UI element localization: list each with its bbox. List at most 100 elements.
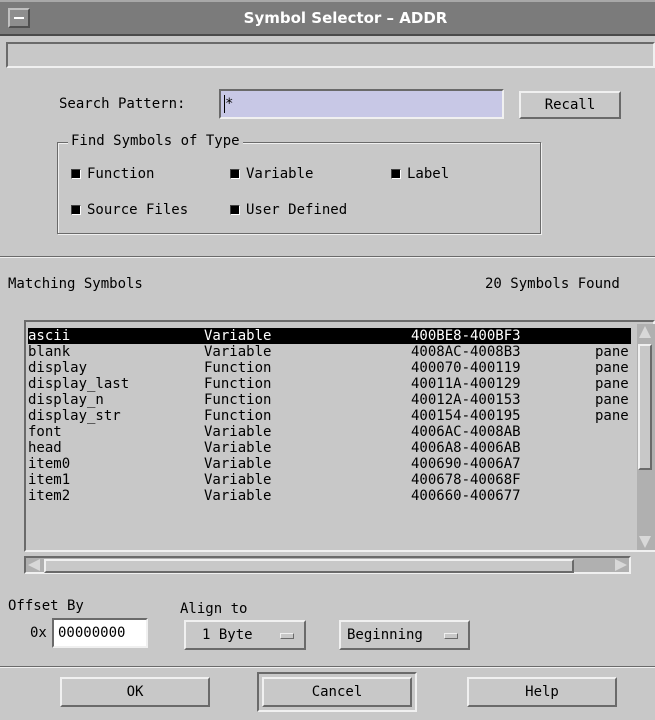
cancel-button[interactable]: Cancel [262,677,412,707]
table-row[interactable]: item0 Variable 400690-4006A7 [28,456,631,472]
table-row[interactable]: blank Variable 4008AC-4008B3 pane [28,344,631,360]
table-row[interactable]: display_n Function 40012A-400153 pane [28,392,631,408]
checkbox-function[interactable]: Function [71,166,191,184]
symbol-type: Function [204,360,272,376]
window-menu-button[interactable] [8,8,30,28]
checkbox-label-indicator [391,169,401,179]
ok-button-label: OK [126,684,144,700]
symbol-range: 400678-40068F [411,472,521,488]
window-title: Symbol Selector – ADDR [243,9,448,27]
symbol-name: item2 [28,488,71,504]
checkbox-source-files[interactable]: Source Files [71,202,221,220]
symbol-range: 4006AC-4008AB [411,424,521,440]
window-menu-icon [14,17,24,19]
symbol-type: Function [204,408,272,424]
symbol-range: 40011A-400129 [411,376,521,392]
table-row[interactable]: item1 Variable 400678-40068F [28,472,631,488]
symbol-name: item0 [28,456,71,472]
section-divider [0,256,655,258]
offset-by-label: Offset By [8,598,84,614]
table-row[interactable]: display_last Function 40011A-400129 pane [28,376,631,392]
vertical-scroll-thumb[interactable] [638,344,652,470]
find-types-title: Find Symbols of Type [68,133,243,149]
checkbox-variable[interactable]: Variable [230,166,350,184]
table-row[interactable]: head Variable 4006A8-4006AB [28,440,631,456]
recall-button-label: Recall [544,97,596,113]
offset-input[interactable]: 00000000 [52,618,148,648]
symbols-found-count: 20 Symbols Found [485,276,620,292]
align-position-value: Beginning [347,627,423,643]
checkbox-variable-indicator [230,169,240,179]
checkbox-source-files-indicator [71,205,81,215]
help-button-label: Help [525,684,559,700]
table-row[interactable]: item2 Variable 400660-400677 [28,488,631,504]
title-bar[interactable]: Symbol Selector – ADDR [0,0,655,36]
checkbox-variable-label: Variable [246,166,314,182]
table-row[interactable]: display Function 400070-400119 pane [28,360,631,376]
align-size-value: 1 Byte [202,627,253,643]
scroll-down-arrow-icon[interactable] [639,536,651,548]
offset-prefix: 0x [30,625,47,641]
checkbox-label[interactable]: Label [391,166,481,184]
symbol-name: display_str [28,408,121,424]
symbol-extra: pane [595,344,629,360]
symbol-type: Variable [204,456,272,472]
align-to-label: Align to [180,601,248,617]
cancel-button-label: Cancel [311,684,363,700]
symbol-name: head [28,440,62,456]
horizontal-scroll-thumb[interactable] [44,559,574,573]
checkbox-user-defined-indicator [230,205,240,215]
symbol-name: ascii [28,328,71,344]
scroll-right-arrow-icon[interactable] [615,559,627,571]
symbol-range: 400070-400119 [411,360,521,376]
button-divider [0,666,655,668]
dropdown-indicator-icon [444,633,458,639]
dropdown-indicator-icon [280,633,294,639]
symbol-name: blank [28,344,71,360]
align-size-dropdown[interactable]: 1 Byte [184,620,306,650]
recall-button[interactable]: Recall [519,91,621,119]
symbol-name: font [28,424,62,440]
symbol-range: 4006A8-4006AB [411,440,521,456]
scroll-left-arrow-icon[interactable] [28,559,40,571]
symbol-name: item1 [28,472,71,488]
align-position-dropdown[interactable]: Beginning [339,620,470,650]
ok-button[interactable]: OK [60,677,210,707]
symbol-selector-window: Symbol Selector – ADDR Search Pattern: *… [0,0,655,720]
checkbox-user-defined[interactable]: User Defined [230,202,380,220]
table-row[interactable]: display_str Function 400154-400195 pane [28,408,631,424]
symbol-range: 400690-4006A7 [411,456,521,472]
symbol-type: Function [204,392,272,408]
symbol-range: 400154-400195 [411,408,521,424]
symbol-extra: pane [595,376,629,392]
symbol-extra: pane [595,392,629,408]
table-row[interactable]: ascii Variable 400BE8-400BF3 [28,328,631,344]
symbol-list[interactable]: ascii Variable 400BE8-400BF3 blank Varia… [24,320,655,552]
message-bar [6,42,655,68]
symbol-list-viewport: ascii Variable 400BE8-400BF3 blank Varia… [28,324,631,550]
search-pattern-input[interactable]: * [219,89,504,119]
symbol-name: display [28,360,88,376]
checkbox-user-defined-label: User Defined [246,202,348,218]
symbol-range: 400660-400677 [411,488,521,504]
symbol-extra: pane [595,360,629,376]
table-row[interactable]: font Variable 4006AC-4008AB [28,424,631,440]
symbol-extra: pane [595,408,629,424]
checkbox-function-label: Function [87,166,155,182]
matching-symbols-label: Matching Symbols [8,276,143,292]
checkbox-label-label: Label [407,166,450,182]
find-types-group [57,142,541,234]
symbol-type: Variable [204,488,272,504]
symbol-name: display_n [28,392,104,408]
horizontal-scrollbar[interactable] [24,556,631,574]
symbol-range: 400BE8-400BF3 [411,328,521,344]
checkbox-function-indicator [71,169,81,179]
checkbox-source-files-label: Source Files [87,202,189,218]
scroll-up-arrow-icon[interactable] [639,326,651,338]
symbol-name: display_last [28,376,130,392]
search-pattern-value: * [225,96,234,112]
vertical-scrollbar[interactable] [637,324,655,550]
symbol-type: Variable [204,472,272,488]
help-button[interactable]: Help [467,677,617,707]
offset-value: 00000000 [58,625,126,641]
